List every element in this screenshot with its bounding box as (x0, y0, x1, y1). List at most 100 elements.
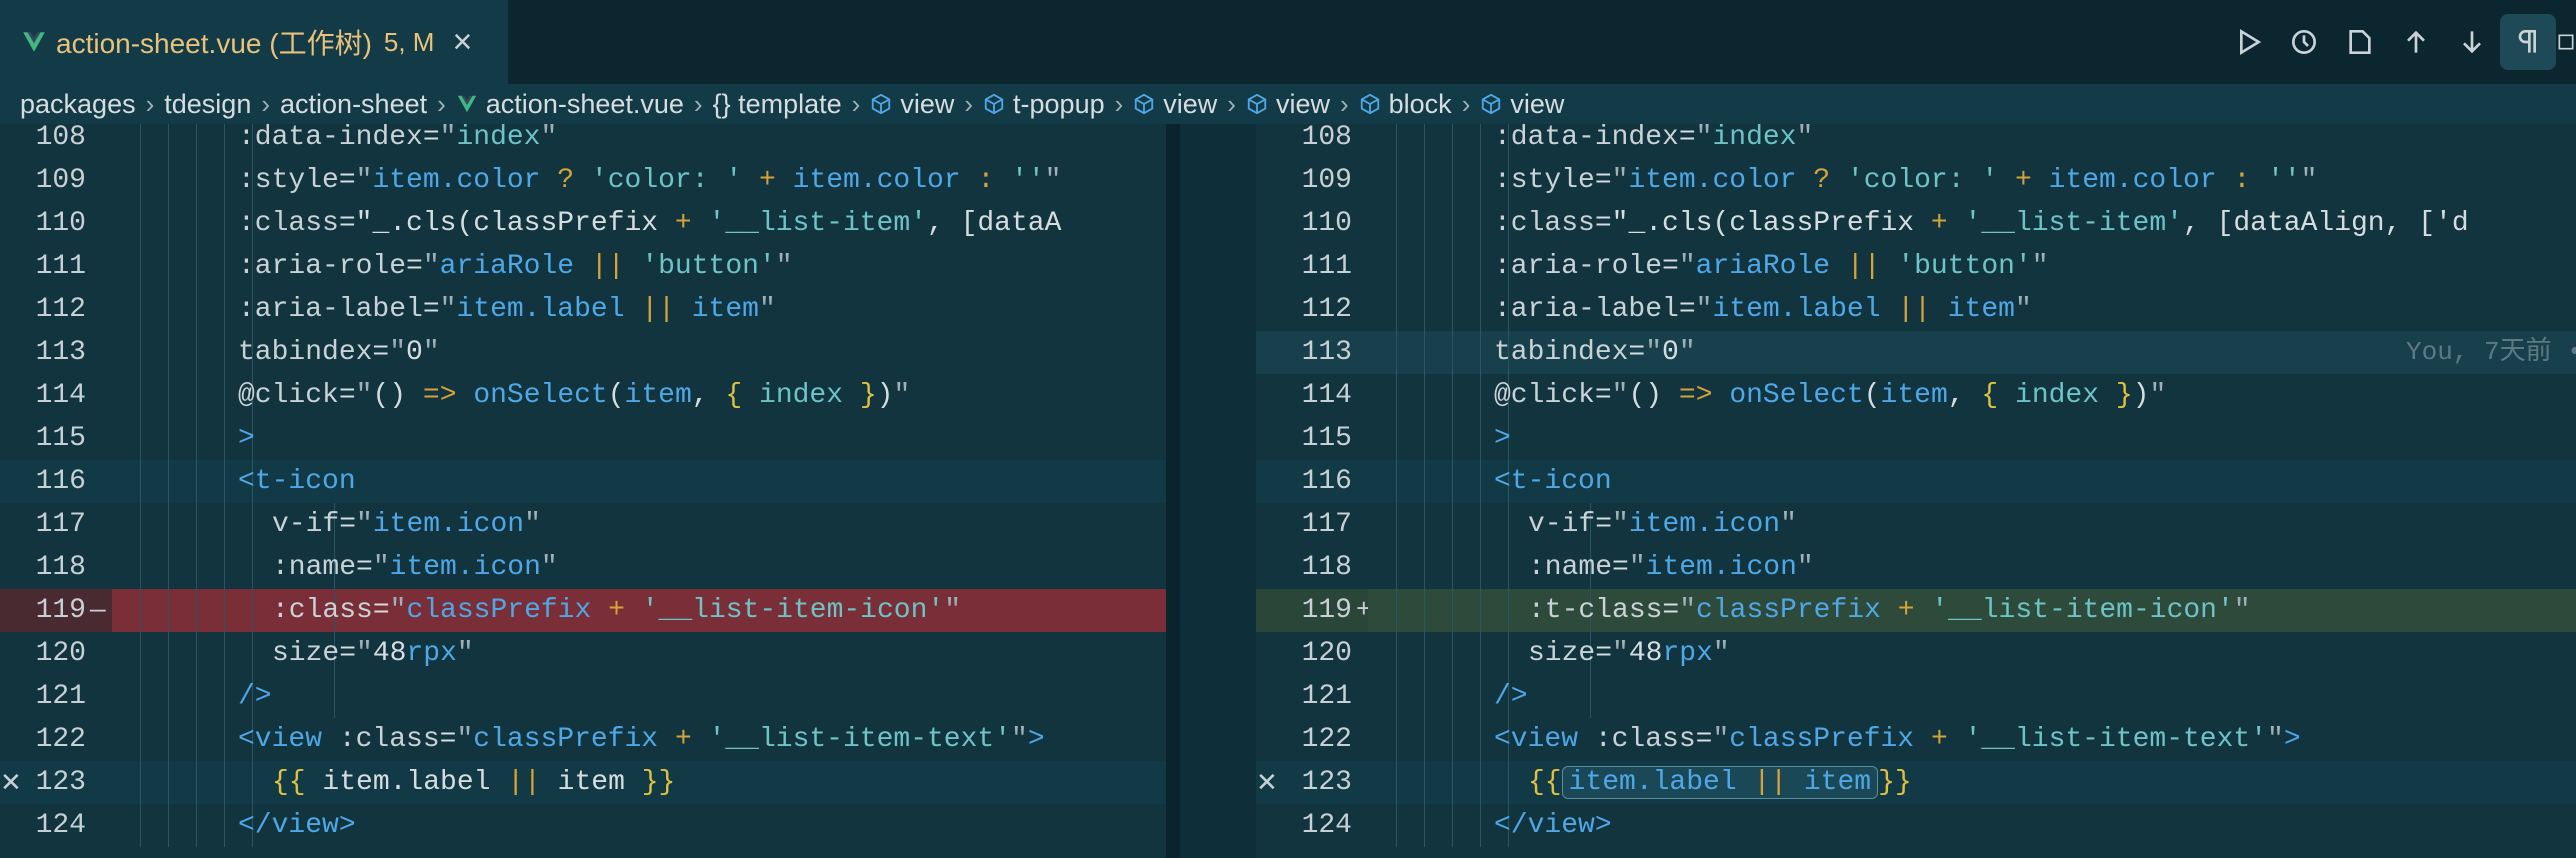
code-line[interactable]: 108:data-index="index" (0, 124, 1166, 159)
code-line[interactable]: 112:aria-label="item.label || item" (1256, 288, 2576, 331)
code-line[interactable]: 113 tabindex="0" (0, 331, 1166, 374)
code-line[interactable]: 121 /> (0, 675, 1166, 718)
code-line[interactable]: 115 > (1256, 417, 2576, 460)
code-line[interactable]: 108:data-index="index" (1256, 124, 2576, 159)
code-line[interactable]: 118:name="item.icon" (1256, 546, 2576, 589)
code-text[interactable]: :class="_.cls(classPrefix + '__list-item… (112, 202, 1166, 245)
code-text[interactable]: :style="item.color ? 'color: ' + item.co… (1368, 159, 2576, 202)
code-line[interactable]: 124 </view> (1256, 804, 2576, 847)
breadcrumb-item[interactable]: action-sheet › (280, 89, 456, 120)
code-line[interactable]: 121 /> (1256, 675, 2576, 718)
code-line[interactable]: 111:aria-role="ariaRole || 'button'" (0, 245, 1166, 288)
code-line[interactable]: 119 +:t-class="classPrefix + '__list-item… (1256, 589, 2576, 632)
indent-guide (168, 374, 169, 417)
breadcrumb-item[interactable]: view (1480, 89, 1564, 120)
code-text[interactable]: :style="item.color ? 'color: ' + item.co… (112, 159, 1166, 202)
code-text[interactable]: :data-index="index" (1368, 124, 2576, 159)
code-line[interactable]: 110:class="_.cls(classPrefix + '__list-i… (1256, 202, 2576, 245)
code-line[interactable]: 116 <t-icon (0, 460, 1166, 503)
code-text[interactable]: :class="_.cls(classPrefix + '__list-item… (1368, 202, 2576, 245)
code-text[interactable]: size="48rpx" (1368, 632, 2576, 675)
code-text[interactable]: > (112, 417, 1166, 460)
code-text[interactable]: > (1368, 417, 2576, 460)
arrow-down-icon[interactable] (2444, 14, 2500, 70)
indent-guide (1452, 124, 1453, 159)
code-text[interactable]: <view :class="classPrefix + '__list-item… (1368, 718, 2576, 761)
breadcrumb-item[interactable]: action-sheet.vue › (456, 89, 713, 120)
breadcrumb-item[interactable]: view › (1133, 89, 1246, 120)
code-line[interactable]: 117 v-if="item.icon" (0, 503, 1166, 546)
close-icon[interactable]: × (452, 23, 472, 62)
code-line[interactable]: 114 @click="() => onSelect(item, { index … (1256, 374, 2576, 417)
code-text[interactable]: :aria-role="ariaRole || 'button'" (112, 245, 1166, 288)
code-text[interactable]: <t-icon (1368, 460, 2576, 503)
breadcrumb-item[interactable]: tdesign › (164, 89, 280, 120)
code-line[interactable]: 114 @click="() => onSelect(item, { index … (0, 374, 1166, 417)
code-text[interactable]: :name="item.icon" (1368, 546, 2576, 589)
code-line[interactable]: 115 > (0, 417, 1166, 460)
code-line[interactable]: ✕ 123 {{item.label || item}} (1256, 761, 2576, 804)
run-icon[interactable] (2220, 14, 2276, 70)
fold-marker-icon[interactable]: ✕ (0, 761, 22, 804)
code-text[interactable]: <t-icon (112, 460, 1166, 503)
breadcrumb-item[interactable]: {} template › (713, 89, 871, 120)
code-line[interactable]: 111:aria-role="ariaRole || 'button'" (1256, 245, 2576, 288)
arrow-up-icon[interactable] (2388, 14, 2444, 70)
open-file-icon[interactable] (2332, 14, 2388, 70)
diff-divider[interactable] (1166, 124, 1256, 858)
diff-original-pane[interactable]: 108:data-index="index" 109:style="item.co… (0, 124, 1166, 858)
split-icon[interactable] (2556, 14, 2576, 70)
code-text[interactable]: :data-index="index" (112, 124, 1166, 159)
code-text[interactable]: @click="() => onSelect(item, { index })" (1368, 374, 2576, 417)
code-text[interactable]: tabindex="0" (112, 331, 1166, 374)
breadcrumb-item[interactable]: packages › (20, 89, 164, 120)
code-text[interactable]: :class="classPrefix + '__list-item-icon'… (112, 589, 1166, 632)
code-line[interactable]: 109:style="item.color ? 'color: ' + item… (1256, 159, 2576, 202)
code-line[interactable]: 117 v-if="item.icon" (1256, 503, 2576, 546)
code-text[interactable]: :t-class="classPrefix + '__list-item-ico… (1368, 589, 2576, 632)
code-text[interactable]: </view> (1368, 804, 2576, 847)
code-text[interactable]: {{ item.label || item }} (112, 761, 1166, 804)
indent-guide (196, 761, 197, 804)
indent-guide (224, 202, 225, 245)
code-line[interactable]: 116 <t-icon (1256, 460, 2576, 503)
code-content: :style="item.color ? 'color: ' + item.co… (238, 165, 1062, 196)
code-line[interactable]: ✕ 123 {{ item.label || item }} (0, 761, 1166, 804)
code-text[interactable]: :name="item.icon" (112, 546, 1166, 589)
code-text[interactable]: :aria-role="ariaRole || 'button'" (1368, 245, 2576, 288)
code-text[interactable]: </view> (112, 804, 1166, 847)
indent-guide (196, 331, 197, 374)
code-text[interactable]: {{item.label || item}} (1368, 761, 2576, 804)
code-text[interactable]: v-if="item.icon" (112, 503, 1166, 546)
breadcrumb-item[interactable]: t-popup › (983, 89, 1133, 120)
code-text[interactable]: size="48rpx" (112, 632, 1166, 675)
code-text[interactable]: @click="() => onSelect(item, { index })" (112, 374, 1166, 417)
pilcrow-icon[interactable] (2500, 14, 2556, 70)
code-line[interactable]: 119—:class="classPrefix + '__list-item-i… (0, 589, 1166, 632)
code-text[interactable]: v-if="item.icon" (1368, 503, 2576, 546)
code-line[interactable]: 118:name="item.icon" (0, 546, 1166, 589)
code-line[interactable]: 122 <view :class="classPrefix + '__list-i… (0, 718, 1166, 761)
breadcrumb-item[interactable]: view › (1246, 89, 1359, 120)
breadcrumb-item[interactable]: view › (870, 89, 983, 120)
code-line[interactable]: 113 tabindex="0" You, 7天前 • chore: lint (1256, 331, 2576, 374)
code-line[interactable]: 122 <view :class="classPrefix + '__list-i… (1256, 718, 2576, 761)
code-text[interactable]: /> (1368, 675, 2576, 718)
diff-modified-pane[interactable]: 108:data-index="index" 109:style="item.co… (1256, 124, 2576, 858)
tab-action-sheet-vue[interactable]: action-sheet.vue (工作树) 5, M × (0, 0, 508, 84)
fold-marker-icon[interactable]: ✕ (1256, 761, 1278, 804)
code-line[interactable]: 120 size="48rpx" (1256, 632, 2576, 675)
code-text[interactable]: tabindex="0" You, 7天前 • chore: lint (1368, 331, 2576, 374)
code-text[interactable]: /> (112, 675, 1166, 718)
code-line[interactable]: 120 size="48rpx" (0, 632, 1166, 675)
code-line[interactable]: 112:aria-label="item.label || item" (0, 288, 1166, 331)
code-line[interactable]: 124 </view> (0, 804, 1166, 847)
indent-guide (224, 632, 225, 675)
code-line[interactable]: 110:class="_.cls(classPrefix + '__list-i… (0, 202, 1166, 245)
breadcrumb-item[interactable]: block › (1359, 89, 1481, 120)
code-text[interactable]: <view :class="classPrefix + '__list-item… (112, 718, 1166, 761)
history-icon[interactable] (2276, 14, 2332, 70)
code-text[interactable]: :aria-label="item.label || item" (1368, 288, 2576, 331)
code-line[interactable]: 109:style="item.color ? 'color: ' + item… (0, 159, 1166, 202)
code-text[interactable]: :aria-label="item.label || item" (112, 288, 1166, 331)
